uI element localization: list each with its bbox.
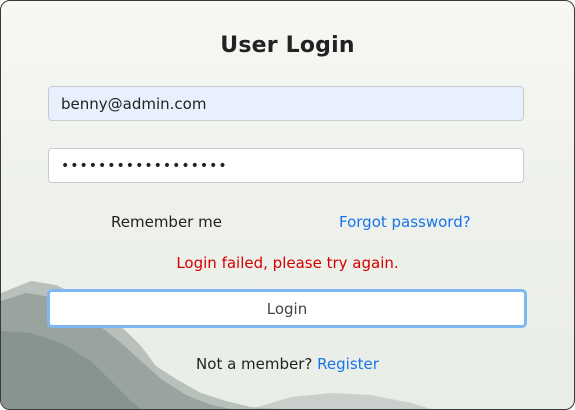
signup-prompt: Not a member? Register [1,355,574,373]
signup-prompt-text: Not a member? [196,355,313,373]
register-link[interactable]: Register [317,355,379,373]
password-field[interactable] [48,148,524,183]
error-message: Login failed, please try again. [176,254,399,272]
login-button[interactable]: Login [47,289,527,328]
login-panel: User Login Remember me Forgot password? … [0,0,575,410]
email-field[interactable] [48,86,524,121]
forgot-password-link[interactable]: Forgot password? [339,213,471,231]
mountain-background-image [1,281,431,409]
remember-me-label[interactable]: Remember me [111,213,222,231]
page-title: User Login [220,33,355,58]
